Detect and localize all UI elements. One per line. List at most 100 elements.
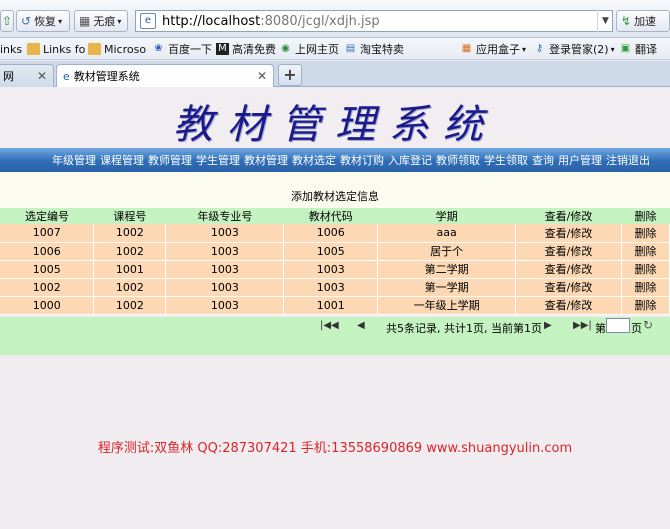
tab-active[interactable]: e 教材管理系统 ✕ bbox=[56, 64, 274, 87]
bookmark-item[interactable]: M 高清免费 bbox=[216, 41, 276, 57]
delete-link[interactable]: 删除 bbox=[621, 224, 670, 243]
table-cell: 1000 bbox=[0, 296, 95, 315]
first-page-icon[interactable]: |◀◀ bbox=[320, 320, 339, 331]
nav-item[interactable]: 教材选定 bbox=[292, 152, 336, 168]
private-button[interactable]: ▦ 无痕 ▾ bbox=[74, 10, 128, 32]
footer-credit: 程序测试:双鱼林 QQ:287307421 手机:13558690869 www… bbox=[97, 441, 573, 456]
nav-item[interactable]: 课程管理 bbox=[100, 152, 144, 168]
nav-item[interactable]: 教师管理 bbox=[148, 152, 192, 168]
nav-item[interactable]: 年级管理 bbox=[52, 152, 96, 168]
delete-link[interactable]: 删除 bbox=[621, 242, 670, 261]
address-dropdown-icon[interactable]: ▼ bbox=[597, 10, 613, 32]
close-icon[interactable]: ✕ bbox=[257, 69, 267, 83]
nav-item[interactable]: 查询 bbox=[532, 152, 554, 168]
tab-label: 网 bbox=[3, 70, 14, 83]
bookmark-label: 上网主页 bbox=[295, 43, 339, 56]
column-header: 课程号 bbox=[93, 208, 166, 224]
view-edit-link[interactable]: 查看/修改 bbox=[515, 242, 622, 261]
prev-page-icon[interactable]: ◀ bbox=[357, 320, 365, 331]
view-edit-link[interactable]: 查看/修改 bbox=[515, 278, 622, 297]
table-cell: 1003 bbox=[165, 260, 285, 279]
table-cell: 1003 bbox=[165, 296, 285, 315]
accelerate-button[interactable]: ↯ 加速 bbox=[616, 10, 670, 32]
bookmark-label: Microso bbox=[104, 42, 147, 56]
bookmark-label: Links fo bbox=[43, 42, 86, 56]
page-prefix: 第 bbox=[595, 322, 606, 335]
nav-item[interactable]: 注销退出 bbox=[606, 152, 650, 168]
bookmark-item[interactable]: inks bbox=[0, 41, 22, 57]
view-edit-link[interactable]: 查看/修改 bbox=[515, 296, 622, 315]
pager-info: 共5条记录, 共计1页, 当前第1页 bbox=[386, 322, 542, 335]
nav-item[interactable]: 入库登记 bbox=[388, 152, 432, 168]
delete-link[interactable]: 删除 bbox=[621, 278, 670, 297]
table-cell: 1005 bbox=[283, 242, 379, 261]
table-cell: 1001 bbox=[93, 260, 167, 279]
browser-toolbar: ⇧ ↺ 恢复 ▾ ▦ 无痕 ▾ e http://localhost:8080/… bbox=[0, 0, 670, 38]
table-cell: aaa bbox=[377, 224, 517, 243]
delete-link[interactable]: 删除 bbox=[621, 260, 670, 279]
chevron-down-icon: ▾ bbox=[58, 16, 63, 26]
url-path: :8080/jcgl/xdjh.jsp bbox=[260, 13, 380, 29]
bookmark-item[interactable]: ◉ 上网主页 bbox=[279, 41, 339, 57]
tab-inactive[interactable]: 网 ✕ bbox=[0, 64, 54, 87]
private-icon: ▦ bbox=[79, 14, 91, 28]
table-cell: 1003 bbox=[283, 278, 379, 297]
app-box-button[interactable]: ▦ 应用盒子 ▾ bbox=[460, 41, 526, 57]
chevron-down-icon: ▾ bbox=[117, 16, 122, 26]
go-icon[interactable]: ↻ bbox=[643, 318, 653, 332]
banner: 教材管理系统 bbox=[0, 88, 670, 148]
address-bar[interactable]: e http://localhost:8080/jcgl/xdjh.jsp bbox=[135, 10, 613, 32]
url-host: http://localhost bbox=[162, 13, 261, 29]
pager: |◀◀ ◀ 共5条记录, 共计1页, 当前第1页 ▶ ▶▶| 第 页 ↻ bbox=[0, 317, 670, 355]
bookmark-item[interactable]: Microso bbox=[88, 41, 146, 57]
bookmark-label: inks bbox=[0, 42, 23, 56]
bookmark-label: 应用盒子 bbox=[476, 43, 520, 56]
table-cell: 1003 bbox=[165, 224, 285, 243]
column-header: 年级专业号 bbox=[165, 208, 284, 224]
bookmark-item[interactable]: ❀ 百度一下 bbox=[152, 41, 212, 57]
login-manager-button[interactable]: ⚷ 登录管家(2) ▾ bbox=[533, 41, 615, 57]
apps-icon: ▦ bbox=[461, 43, 472, 54]
view-edit-link[interactable]: 查看/修改 bbox=[515, 224, 622, 243]
table-cell: 第一学期 bbox=[377, 278, 517, 297]
bookmark-item[interactable]: ▤ 淘宝特卖 bbox=[344, 41, 404, 57]
nav-item[interactable]: 教材管理 bbox=[244, 152, 288, 168]
page-number-input[interactable] bbox=[606, 318, 630, 333]
column-header: 教材代码 bbox=[283, 208, 378, 224]
translate-icon: ▣ bbox=[620, 43, 631, 54]
lightning-icon: ↯ bbox=[621, 14, 632, 28]
table-cell: 1003 bbox=[165, 278, 285, 297]
restore-button[interactable]: ↺ 恢复 ▾ bbox=[16, 10, 70, 32]
column-header: 查看/修改 bbox=[515, 208, 622, 224]
nav-item[interactable]: 教师领取 bbox=[436, 152, 480, 168]
table-cell: 1002 bbox=[93, 278, 167, 297]
web-page: 教材管理系统 年级管理 课程管理 教师管理 学生管理 教材管理 教材选定 教材订… bbox=[0, 88, 670, 529]
table-cell: 1005 bbox=[0, 260, 95, 279]
nav-item[interactable]: 学生管理 bbox=[196, 152, 240, 168]
table-header-row: 选定编号 课程号 年级专业号 教材代码 学期 查看/修改 删除 bbox=[0, 208, 670, 224]
new-tab-button[interactable]: + bbox=[278, 64, 302, 86]
back-arrow-icon: ⇧ bbox=[2, 14, 13, 28]
bookmark-item[interactable]: Links fo bbox=[27, 41, 85, 57]
last-page-icon[interactable]: ▶▶| bbox=[573, 320, 592, 331]
chevron-down-icon: ▾ bbox=[522, 44, 527, 54]
table-cell: 一年级上学期 bbox=[377, 296, 517, 315]
table-cell: 第二学期 bbox=[377, 260, 517, 279]
column-header: 删除 bbox=[621, 208, 670, 224]
selection-table: 选定编号 课程号 年级专业号 教材代码 学期 查看/修改 删除 1007 100… bbox=[0, 208, 670, 315]
table-cell: 1002 bbox=[93, 242, 167, 261]
movie-icon: M bbox=[216, 43, 229, 55]
back-button[interactable]: ⇧ bbox=[0, 10, 14, 32]
view-edit-link[interactable]: 查看/修改 bbox=[515, 260, 622, 279]
bookmarks-bar: inks Links fo Microso ❀ 百度一下 M 高清免费 ◉ 上网主页 … bbox=[0, 38, 670, 60]
translate-button[interactable]: ▣ 翻译 bbox=[619, 41, 657, 57]
add-selection-link[interactable]: 添加教材选定信息 bbox=[0, 188, 670, 204]
key-icon: ⚷ bbox=[535, 43, 544, 54]
nav-item[interactable]: 用户管理 bbox=[558, 152, 602, 168]
next-page-icon[interactable]: ▶ bbox=[544, 320, 552, 331]
folder-icon bbox=[88, 43, 101, 55]
nav-item[interactable]: 教材订购 bbox=[340, 152, 384, 168]
delete-link[interactable]: 删除 bbox=[621, 296, 670, 315]
nav-item[interactable]: 学生领取 bbox=[484, 152, 528, 168]
close-icon[interactable]: ✕ bbox=[37, 69, 47, 83]
